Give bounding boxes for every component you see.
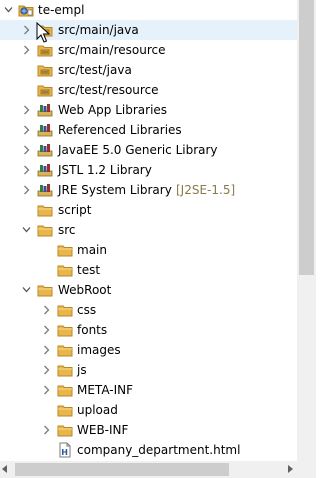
folder-icon [57,262,73,278]
tree-item-label: JavaEE 5.0 Generic Library [58,143,218,157]
tree-row-src-test-resource[interactable]: src/test/resource [0,80,297,100]
tree-row-js[interactable]: js [0,360,297,380]
tree-row-jre-system-library[interactable]: JRE System Library [J2SE-1.5] [0,180,297,200]
vertical-scrollbar-thumb[interactable] [299,0,314,275]
tree-row-src[interactable]: src [0,220,297,240]
tree-item-label: js [77,363,87,377]
collapse-arrow-icon[interactable] [22,220,31,240]
tree-row-company-department-html[interactable]: Hcompany_department.html [0,440,297,460]
library-icon [37,102,53,118]
folder-icon [57,422,73,438]
horizontal-scrollbar-thumb[interactable] [15,463,229,476]
mouse-cursor-icon [36,22,50,43]
tree-item-label: JSTL 1.2 Library [58,163,152,177]
tree-row-main[interactable]: main [0,240,297,260]
html-file-icon: H [57,442,73,458]
vertical-scrollbar[interactable] [297,0,316,461]
tree-item-label: src/main/java [58,23,139,37]
folder-icon [57,382,73,398]
tree-row-css[interactable]: css [0,300,297,320]
expand-arrow-icon[interactable] [22,180,31,200]
scroll-right-arrow-icon[interactable] [288,465,293,473]
tree-row-images[interactable]: images [0,340,297,360]
library-icon [37,162,53,178]
tree-item-label: te-empl [38,3,85,17]
library-icon [37,122,53,138]
expand-arrow-icon[interactable] [42,300,51,320]
expand-arrow-icon[interactable] [22,120,31,140]
tree-row-javaee-5-0-generic-library[interactable]: JavaEE 5.0 Generic Library [0,140,297,160]
folder-icon [57,242,73,258]
tree-item-label: WEB-INF [77,423,129,437]
expand-arrow-icon[interactable] [22,160,31,180]
tree-row-fonts[interactable]: fonts [0,320,297,340]
tree-row-test[interactable]: test [0,260,297,280]
tree-item-label: src/test/resource [58,83,159,97]
expand-arrow-icon[interactable] [42,320,51,340]
scrollbar-corner [297,461,316,478]
tree-row-te-empl[interactable]: te-empl [0,0,297,20]
tree-item-label: src [58,223,76,237]
svg-text:H: H [61,448,68,457]
tree-row-script[interactable]: script [0,200,297,220]
tree-item-label: upload [77,403,118,417]
expand-arrow-icon[interactable] [22,140,31,160]
horizontal-scrollbar[interactable] [0,461,297,478]
tree-item-label: css [77,303,97,317]
expand-arrow-icon[interactable] [42,420,51,440]
collapse-arrow-icon[interactable] [22,280,31,300]
folder-icon [37,202,53,218]
tree-item-label: Web App Libraries [58,103,168,117]
folder-icon [37,282,53,298]
tree-row-src-test-java[interactable]: src/test/java [0,60,297,80]
tree-item-label: src/test/java [58,63,132,77]
tree-row-webroot[interactable]: WebRoot [0,280,297,300]
expand-arrow-icon[interactable] [42,340,51,360]
expand-arrow-icon[interactable] [22,40,31,60]
folder-icon [57,322,73,338]
tree-row-web-app-libraries[interactable]: Web App Libraries [0,100,297,120]
folder-icon [57,342,73,358]
project-explorer-tree: te-empl src/main/java src/main/resource … [0,0,297,461]
tree-row-referenced-libraries[interactable]: Referenced Libraries [0,120,297,140]
tree-item-label: test [77,263,101,277]
tree-row-upload[interactable]: upload [0,400,297,420]
tree-row-jstl-1-2-library[interactable]: JSTL 1.2 Library [0,160,297,180]
tree-item-label: script [58,203,92,217]
folder-icon [57,302,73,318]
tree-item-label: images [77,343,121,357]
source-folder-icon [37,42,53,58]
library-icon [37,142,53,158]
expand-arrow-icon[interactable] [22,20,31,40]
tree-item-label: src/main/resource [58,43,166,57]
source-folder-icon [37,82,53,98]
expand-arrow-icon[interactable] [42,380,51,400]
expand-arrow-icon[interactable] [22,100,31,120]
source-folder-icon [37,62,53,78]
collapse-arrow-icon[interactable] [4,0,13,20]
tree-item-label: WebRoot [58,283,112,297]
folder-icon [57,362,73,378]
library-icon [37,182,53,198]
tree-item-label: fonts [77,323,108,337]
tree-item-label: META-INF [77,383,134,397]
tree-item-label: Referenced Libraries [58,123,182,137]
tree-row-web-inf[interactable]: WEB-INF [0,420,297,440]
tree-item-label: main [77,243,107,257]
folder-icon [37,222,53,238]
scroll-left-arrow-icon[interactable] [2,465,7,473]
folder-icon [57,402,73,418]
tree-item-decoration: [J2SE-1.5] [176,183,236,197]
tree-item-label: JRE System Library [58,183,172,197]
tree-item-label: company_department.html [77,443,241,457]
project-icon [18,2,34,18]
expand-arrow-icon[interactable] [42,360,51,380]
tree-row-meta-inf[interactable]: META-INF [0,380,297,400]
